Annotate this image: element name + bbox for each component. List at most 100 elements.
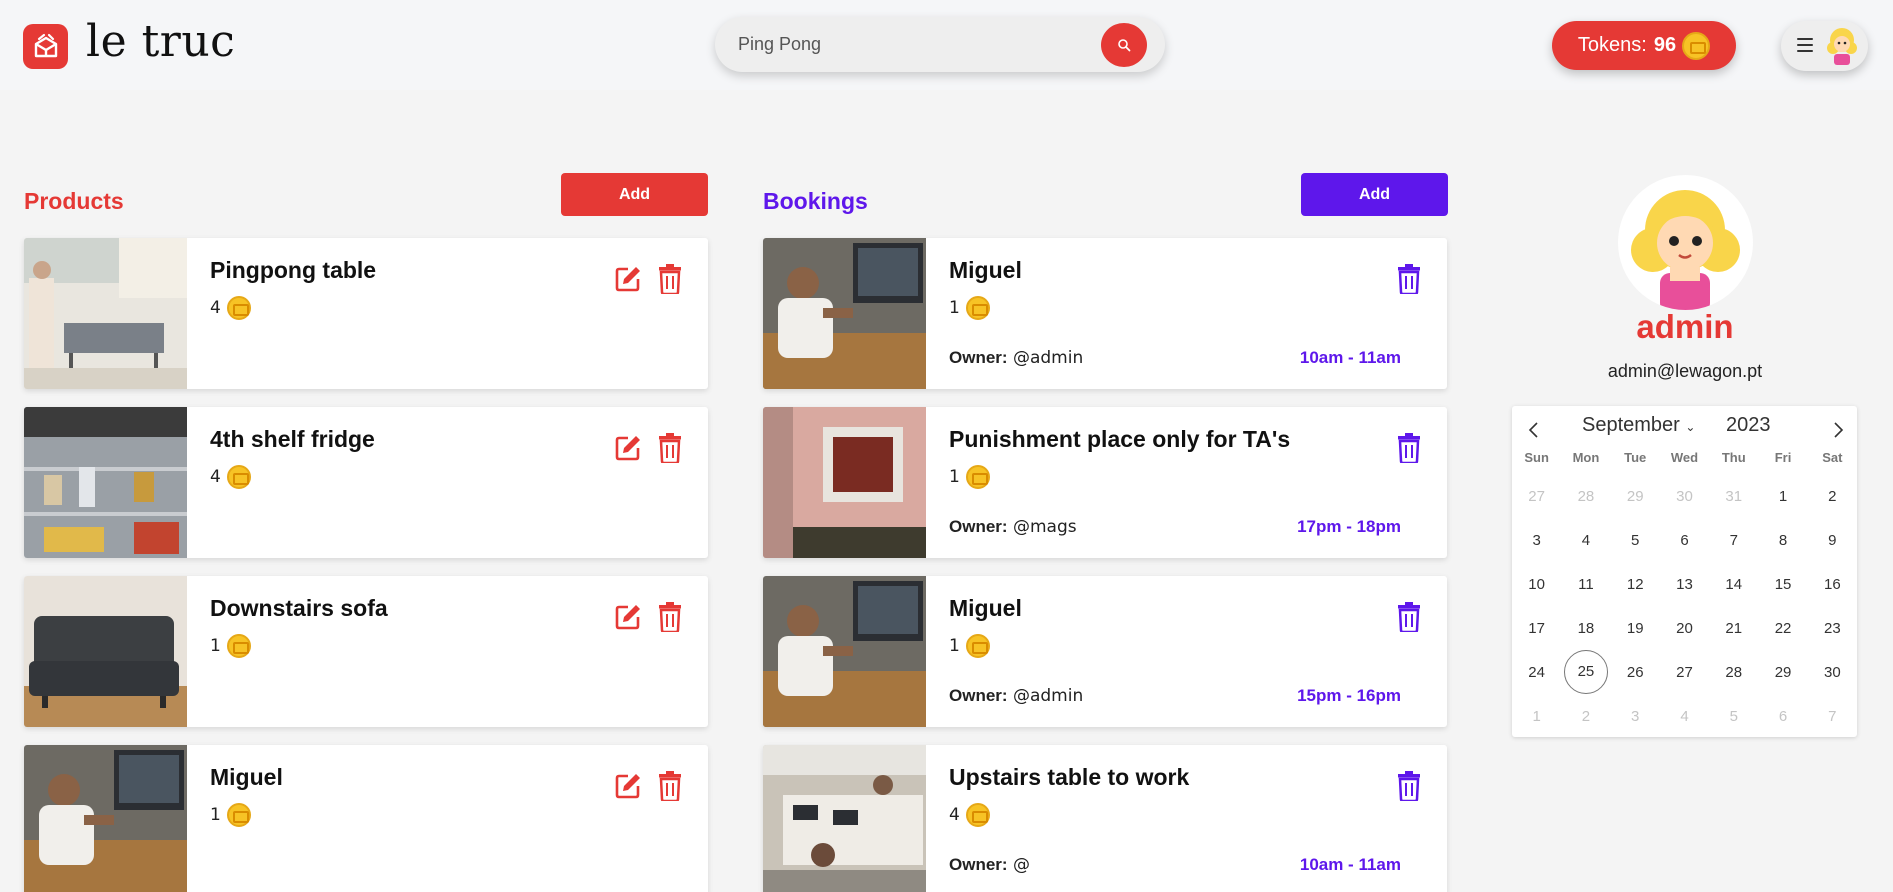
- trash-icon[interactable]: [1397, 433, 1421, 463]
- chevron-right-icon[interactable]: [1828, 420, 1848, 440]
- calendar: September ⌄ 2023 Sun Mon Tue Wed Thu Fri…: [1512, 406, 1857, 737]
- calendar-day[interactable]: 5: [1709, 708, 1758, 725]
- calendar-day[interactable]: 7: [1709, 532, 1758, 549]
- calendar-day[interactable]: 16: [1808, 576, 1857, 593]
- calendar-day[interactable]: 17: [1512, 620, 1561, 637]
- calendar-day[interactable]: 31: [1709, 488, 1758, 505]
- calendar-day[interactable]: 28: [1561, 488, 1610, 505]
- calendar-day[interactable]: 9: [1808, 532, 1857, 549]
- calendar-day[interactable]: 11: [1561, 576, 1610, 593]
- calendar-day[interactable]: 5: [1611, 532, 1660, 549]
- product-card[interactable]: Miguel 1: [24, 745, 708, 892]
- search-bar[interactable]: Ping Pong: [715, 17, 1165, 72]
- weekday: Wed: [1670, 450, 1699, 465]
- edit-icon[interactable]: [614, 603, 642, 631]
- tokens-count: 96: [1653, 34, 1677, 56]
- calendar-day[interactable]: 15: [1758, 576, 1807, 593]
- bookings-title: Bookings: [763, 188, 868, 214]
- product-card[interactable]: Pingpong table 4: [24, 238, 708, 389]
- coin-icon: [226, 296, 251, 320]
- calendar-day[interactable]: 27: [1660, 664, 1709, 681]
- user-menu-button[interactable]: [1781, 21, 1868, 71]
- product-card[interactable]: 4th shelf fridge 4: [24, 407, 708, 558]
- calendar-day[interactable]: 23: [1808, 620, 1857, 637]
- trash-icon[interactable]: [658, 433, 682, 463]
- calendar-day[interactable]: 21: [1709, 620, 1758, 637]
- booking-card[interactable]: Punishment place only for TA's 1 Owner: …: [763, 407, 1447, 558]
- calendar-day[interactable]: 29: [1758, 664, 1807, 681]
- chevron-left-icon[interactable]: [1524, 420, 1544, 440]
- calendar-day[interactable]: 14: [1709, 576, 1758, 593]
- trash-icon[interactable]: [658, 771, 682, 801]
- booking-owner: Owner: @admin: [949, 348, 1084, 368]
- calendar-day[interactable]: 4: [1660, 708, 1709, 725]
- booking-image: [763, 576, 926, 727]
- calendar-day[interactable]: 6: [1660, 532, 1709, 549]
- calendar-day[interactable]: 3: [1512, 532, 1561, 549]
- calendar-day[interactable]: 24: [1512, 664, 1561, 681]
- calendar-day[interactable]: 19: [1611, 620, 1660, 637]
- calendar-day[interactable]: 27: [1512, 488, 1561, 505]
- booking-card[interactable]: Miguel 1 Owner: @admin 15pm - 16pm: [763, 576, 1447, 727]
- product-price: 4: [210, 465, 251, 489]
- product-image: [24, 238, 187, 389]
- calendar-day[interactable]: 3: [1611, 708, 1660, 725]
- calendar-day-today[interactable]: 25: [1561, 650, 1610, 694]
- calendar-day[interactable]: 2: [1808, 488, 1857, 505]
- search-button[interactable]: [1101, 23, 1147, 67]
- booking-title: Punishment place only for TA's: [949, 426, 1291, 452]
- year-input[interactable]: 2023: [1726, 414, 1771, 437]
- calendar-day[interactable]: 26: [1611, 664, 1660, 681]
- booking-card[interactable]: Miguel 1 Owner: @admin 10am - 11am: [763, 238, 1447, 389]
- calendar-day[interactable]: 6: [1758, 708, 1807, 725]
- booking-image: [763, 407, 926, 558]
- booking-time: 15pm - 16pm: [1297, 686, 1401, 705]
- edit-icon[interactable]: [614, 265, 642, 293]
- trash-icon[interactable]: [658, 264, 682, 294]
- calendar-day[interactable]: 13: [1660, 576, 1709, 593]
- product-image: [24, 407, 187, 558]
- month-select[interactable]: September ⌄: [1582, 414, 1695, 437]
- edit-icon[interactable]: [614, 772, 642, 800]
- calendar-day[interactable]: 2: [1561, 708, 1610, 725]
- calendar-day[interactable]: 12: [1611, 576, 1660, 593]
- calendar-day[interactable]: 30: [1808, 664, 1857, 681]
- calendar-day[interactable]: 7: [1808, 708, 1857, 725]
- trash-icon[interactable]: [1397, 264, 1421, 294]
- weekday: Fri: [1774, 450, 1792, 465]
- calendar-week: 24 25 26 27 28 29 30: [1512, 650, 1857, 694]
- coin-icon: [226, 634, 251, 658]
- calendar-day[interactable]: 30: [1660, 488, 1709, 505]
- weekday: Sun: [1524, 450, 1549, 465]
- add-booking-button[interactable]: Add: [1301, 173, 1448, 216]
- booking-card[interactable]: Upstairs table to work 4 Owner: @ 10am -…: [763, 745, 1447, 892]
- calendar-day[interactable]: 20: [1660, 620, 1709, 637]
- calendar-day[interactable]: 1: [1512, 708, 1561, 725]
- add-product-button[interactable]: Add: [561, 173, 708, 216]
- booking-title: Miguel: [949, 595, 1022, 621]
- product-price: 1: [210, 634, 251, 658]
- calendar-day[interactable]: 4: [1561, 532, 1610, 549]
- logo-icon[interactable]: [23, 24, 68, 69]
- product-card[interactable]: Downstairs sofa 1: [24, 576, 708, 727]
- trash-icon[interactable]: [1397, 771, 1421, 801]
- search-input[interactable]: Ping Pong: [738, 34, 821, 55]
- calendar-day[interactable]: 22: [1758, 620, 1807, 637]
- calendar-day[interactable]: 8: [1758, 532, 1807, 549]
- calendar-day[interactable]: 1: [1758, 488, 1807, 505]
- booking-owner: Owner: @admin: [949, 686, 1084, 706]
- calendar-day[interactable]: 28: [1709, 664, 1758, 681]
- product-title: Pingpong table: [210, 257, 377, 283]
- calendar-day[interactable]: 18: [1561, 620, 1610, 637]
- hamburger-icon: [1797, 38, 1813, 52]
- trash-icon[interactable]: [1397, 602, 1421, 632]
- tokens-badge[interactable]: Tokens: 96: [1552, 21, 1736, 70]
- calendar-day[interactable]: 29: [1611, 488, 1660, 505]
- edit-icon[interactable]: [614, 434, 642, 462]
- calendar-day[interactable]: 10: [1512, 576, 1561, 593]
- weekday: Mon: [1572, 450, 1600, 465]
- trash-icon[interactable]: [658, 602, 682, 632]
- booking-owner: Owner: @mags: [949, 517, 1077, 537]
- brand-name[interactable]: le truc: [86, 16, 235, 67]
- search-icon: [1118, 39, 1131, 52]
